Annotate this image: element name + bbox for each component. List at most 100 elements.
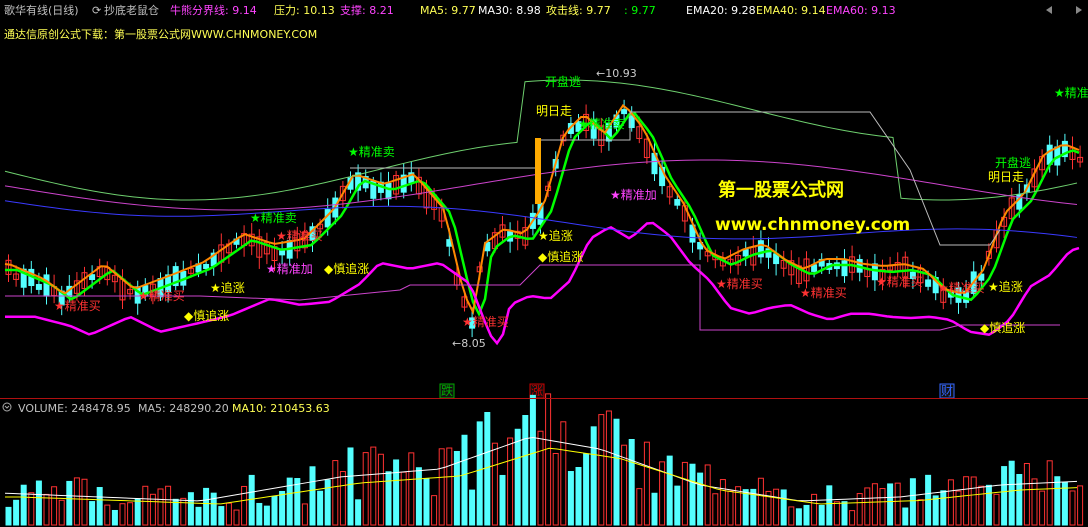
signal-label: ★精准卖 xyxy=(578,117,625,131)
volume-bar xyxy=(674,485,681,526)
signal-label: 开盘逃 xyxy=(545,74,581,89)
volume-bar xyxy=(294,478,301,526)
candle-body xyxy=(203,263,210,269)
signal-label: ◆慎追涨 xyxy=(980,320,1025,335)
volume-bar xyxy=(849,510,856,526)
volume-bar xyxy=(643,441,650,526)
volume-bar xyxy=(225,502,232,526)
volume-bar xyxy=(833,501,840,526)
volume-ma5-value: MA5: 248290.20 xyxy=(138,402,229,415)
volume-bar xyxy=(484,411,491,526)
volume-bar xyxy=(134,498,141,526)
volume-bar xyxy=(811,493,818,526)
volume-bar xyxy=(51,486,58,526)
volume-bar xyxy=(613,418,620,526)
volume-bar xyxy=(438,448,445,526)
volume-bar xyxy=(841,501,848,526)
volume-value: VOLUME: 248478.95 xyxy=(18,402,131,415)
volume-bar xyxy=(704,464,711,526)
signal-label: ★精准 xyxy=(1054,86,1088,100)
volume-bar xyxy=(1001,466,1008,526)
signal-label: 明日走 xyxy=(988,170,1024,184)
volume-bar xyxy=(1039,490,1046,526)
volume-bar xyxy=(590,426,597,526)
signal-label: ★精准买 xyxy=(938,281,985,295)
volume-bar xyxy=(377,453,384,526)
volume-bar xyxy=(932,495,939,526)
volume-bar xyxy=(985,484,992,526)
signal-bar xyxy=(535,138,541,204)
signal-label: ◆慎追涨 xyxy=(538,249,583,264)
volume-bar xyxy=(1054,476,1061,526)
collapse-icon[interactable] xyxy=(2,402,12,412)
volume-bar xyxy=(241,485,248,526)
volume-bar xyxy=(978,485,985,526)
volume-bar xyxy=(408,452,415,526)
volume-bar xyxy=(248,474,255,526)
volume-bar xyxy=(1031,478,1038,526)
volume-bar xyxy=(1016,474,1023,526)
volume-bar xyxy=(681,461,688,526)
volume-bar xyxy=(803,504,810,526)
volume-bar xyxy=(43,493,50,526)
volume-bar xyxy=(864,487,871,526)
signal-label: ★精准买 xyxy=(138,289,185,303)
volume-bar xyxy=(940,490,947,526)
signal-label: ◆慎追涨 xyxy=(184,308,229,323)
volume-bar xyxy=(263,505,270,526)
volume-bar xyxy=(339,471,346,526)
volume-bar xyxy=(719,479,726,526)
volume-bar xyxy=(446,447,453,526)
volume-bar xyxy=(507,437,514,526)
signal-label: ★精准买 xyxy=(716,277,763,291)
event-marker-label: 跌 xyxy=(441,383,453,398)
volume-bar xyxy=(469,489,476,526)
volume-bar xyxy=(415,467,422,526)
signal-label: ★精准加 xyxy=(266,262,313,276)
volume-bar xyxy=(362,452,369,526)
volume-bar xyxy=(165,485,172,526)
volume-bar xyxy=(476,421,483,526)
volume-bar xyxy=(195,506,202,526)
main-chart[interactable]: ★精准买 ★精准买 ★精准买 ★精准买 ★精准买 ★精准买 ★精准买 ★精准买 ★精准卖 ★精准卖… xyxy=(0,0,1088,527)
volume-bar xyxy=(271,495,278,526)
volume-bar xyxy=(742,489,749,526)
signal-label: ★精准加 xyxy=(610,188,657,202)
watermark-title: 第一股票公式网 xyxy=(718,179,844,201)
volume-bar xyxy=(651,492,658,526)
volume-bar xyxy=(142,485,149,526)
volume-bar xyxy=(666,455,673,526)
volume-bar xyxy=(301,503,308,526)
volume-bar xyxy=(1046,460,1053,526)
signal-label: ★精准买 xyxy=(876,275,923,289)
signal-label: ★追涨 xyxy=(988,279,1023,294)
high-price-label: ←10.93 xyxy=(596,67,637,80)
volume-bar xyxy=(795,508,802,526)
volume-bar xyxy=(431,495,438,526)
volume-bar xyxy=(947,479,954,526)
volume-bar xyxy=(66,480,73,526)
volume-bar xyxy=(788,506,795,526)
signal-label: 明日走 xyxy=(536,104,572,118)
volume-bar xyxy=(552,452,559,526)
volume-bar xyxy=(393,459,400,526)
volume-bar xyxy=(894,482,901,526)
volume-bar xyxy=(917,499,924,526)
volume-bar xyxy=(712,493,719,526)
volume-bar xyxy=(111,509,118,526)
volume-bar xyxy=(347,447,354,526)
volume-bar xyxy=(1008,460,1015,526)
signal-label: ★精准卖 xyxy=(250,211,297,225)
volume-bar xyxy=(1077,485,1084,526)
volume-bar xyxy=(560,421,567,526)
volume-bar xyxy=(370,446,377,526)
volume-bar xyxy=(96,487,103,526)
volume-bar xyxy=(423,477,430,526)
volume-bar xyxy=(58,499,65,526)
low-price-label: ←8.05 xyxy=(452,337,486,350)
volume-bar xyxy=(81,478,88,526)
volume-bar xyxy=(5,506,12,526)
volume-bar xyxy=(1023,463,1030,526)
volume-bar xyxy=(491,442,498,526)
volume-bar xyxy=(757,477,764,526)
